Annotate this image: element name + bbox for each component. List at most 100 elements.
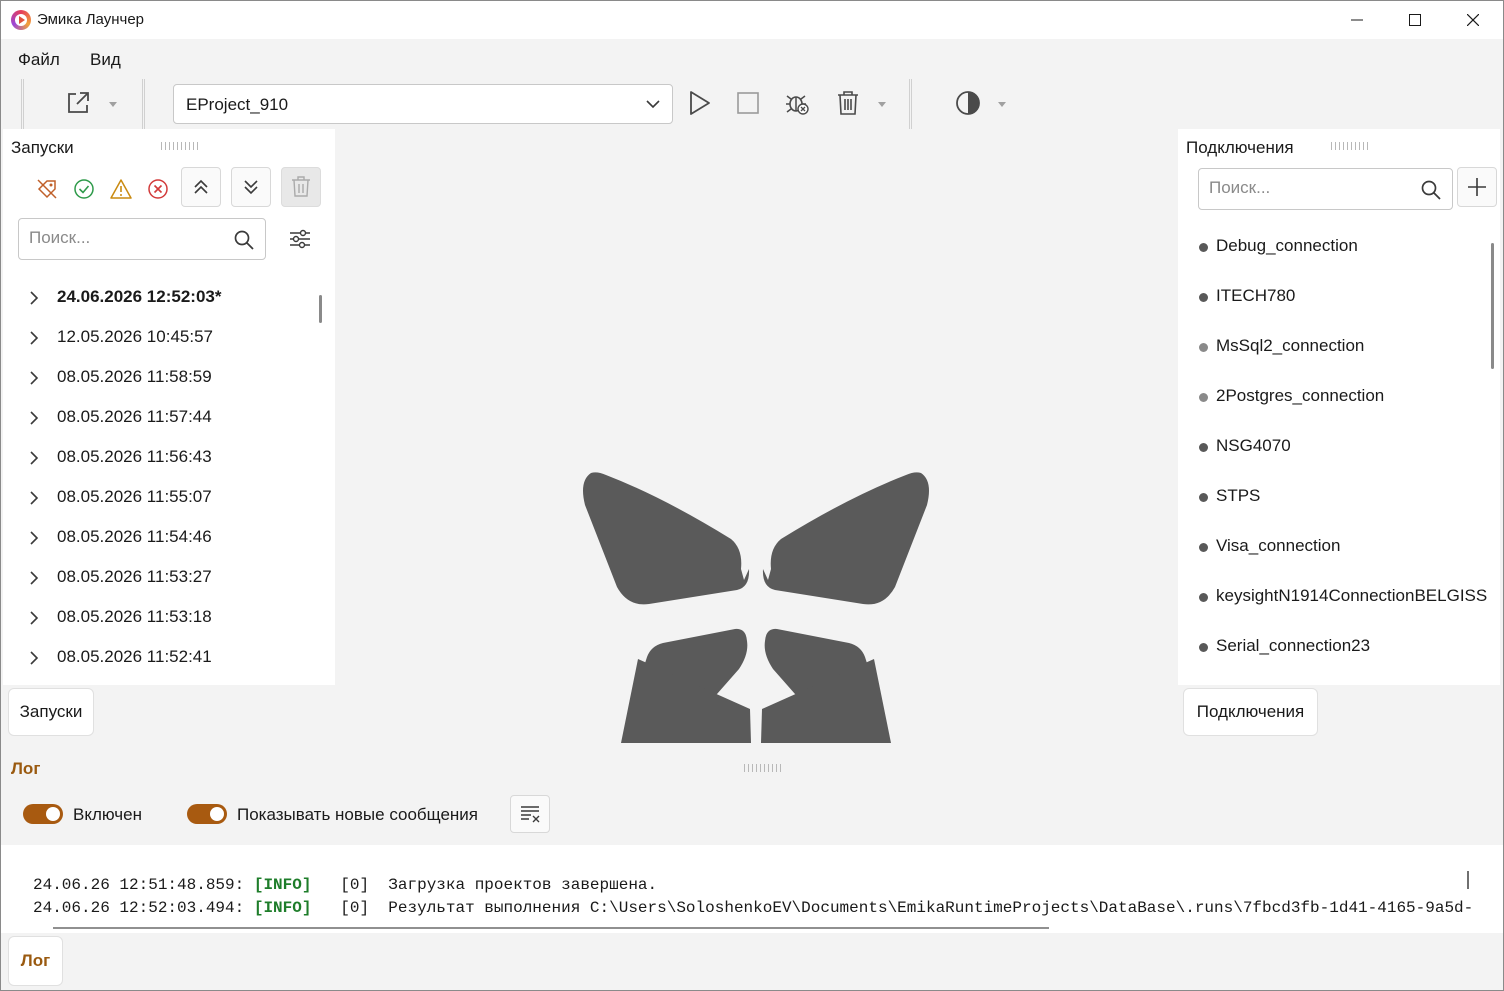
play-icon [690,91,710,115]
chevron-right-icon[interactable] [27,290,41,306]
filter-error-button[interactable] [144,175,172,203]
chevron-right-icon[interactable] [27,570,41,586]
delete-runs-button[interactable] [281,167,321,207]
show-new-messages-toggle[interactable] [187,804,227,824]
connection-list-item[interactable]: ITECH780 [1178,273,1500,323]
stop-button[interactable] [734,89,762,117]
connections-panel: Подключения Debug_connection ITECH780 MsSq… [1178,129,1500,685]
warning-icon [110,179,132,199]
run-date: 08.05.2026 11:53:18 [57,607,212,626]
theme-dropdown-caret[interactable] [998,102,1006,107]
connections-search-input[interactable] [1209,178,1389,198]
connection-name: 2Postgres_connection [1216,386,1385,405]
open-external-button[interactable] [61,87,95,119]
log-horizontal-scrollbar[interactable] [53,927,1049,929]
tab-connections[interactable]: Подключения [1183,688,1318,736]
connections-panel-title: Подключения [1186,138,1294,157]
chevron-right-icon[interactable] [27,410,41,426]
log-vertical-scrollbar[interactable] [1467,871,1469,889]
runs-list-scrollbar[interactable] [319,295,322,323]
expand-all-button[interactable] [231,167,271,207]
run-button[interactable] [685,87,715,119]
filter-warning-button[interactable] [107,175,135,203]
connection-list-item[interactable]: STPS [1178,473,1500,523]
chevron-right-icon[interactable] [27,530,41,546]
connection-status-dot [1199,393,1208,402]
run-list-item[interactable]: 24.06.2026 12:52:03* [3,277,335,317]
chevron-right-icon[interactable] [27,450,41,466]
connections-list: Debug_connection ITECH780 MsSql2_connectio… [1178,223,1500,673]
add-connection-button[interactable] [1457,167,1497,207]
toolbar-separator [142,79,145,129]
debug-button[interactable] [781,87,813,119]
run-list-item[interactable]: 08.05.2026 11:56:43 [3,437,335,477]
panel-drag-grip[interactable] [744,764,784,772]
log-panel: Лог Включен Показывать новые сообщения 2… [1,751,1503,990]
log-panel-title: Лог [11,759,41,778]
clear-text-icon [521,806,540,823]
runs-search-field[interactable] [18,218,266,260]
project-select[interactable]: EProject_910 [173,84,673,124]
run-list-item[interactable]: 08.05.2026 11:58:59 [3,357,335,397]
log-enabled-toggle[interactable] [23,804,63,824]
run-list-item[interactable]: 08.05.2026 11:53:18 [3,597,335,637]
connection-list-item[interactable]: Visa_connection [1178,523,1500,573]
close-button[interactable] [1444,1,1502,39]
filter-no-status-button[interactable] [33,175,61,203]
connection-list-item[interactable]: MsSql2_connection [1178,323,1500,373]
panel-drag-grip[interactable] [1331,142,1371,150]
connection-name: Serial_connection23 [1216,636,1371,655]
run-list-item[interactable]: 08.05.2026 11:54:46 [3,517,335,557]
connections-list-scrollbar[interactable] [1491,243,1494,369]
check-circle-icon [74,179,94,199]
stop-icon [737,92,759,114]
trash-icon [838,91,858,115]
title-bar: Эмика Лаунчер [1,1,1503,39]
connection-status-dot [1199,293,1208,302]
runs-filter-settings-button[interactable] [286,226,314,252]
close-icon [1467,14,1479,26]
maximize-button[interactable] [1386,1,1444,39]
tab-runs[interactable]: Запуски [8,688,94,736]
minimize-icon [1351,19,1363,21]
runs-search-input[interactable] [29,228,209,248]
minimize-button[interactable] [1328,1,1386,39]
delete-dropdown-caret[interactable] [878,102,886,107]
runs-list: 24.06.2026 12:52:03* 12.05.2026 10:45:57 0… [3,277,335,677]
tab-log[interactable]: Лог [8,936,63,986]
connection-list-item[interactable]: NSG4070 [1178,423,1500,473]
run-date: 08.05.2026 11:57:44 [57,407,212,426]
open-external-dropdown-caret[interactable] [109,102,117,107]
clear-log-button[interactable] [510,795,550,833]
run-date: 08.05.2026 11:58:59 [57,367,212,386]
connections-search-field[interactable] [1198,168,1453,210]
run-date: 08.05.2026 11:54:46 [57,527,212,546]
connection-list-item[interactable]: 2Postgres_connection [1178,373,1500,423]
chevron-right-icon[interactable] [27,490,41,506]
run-list-item[interactable]: 08.05.2026 11:53:27 [3,557,335,597]
connection-list-item[interactable]: Debug_connection [1178,223,1500,273]
panel-drag-grip[interactable] [161,142,201,150]
run-date: 12.05.2026 10:45:57 [57,327,213,346]
chevron-right-icon[interactable] [27,330,41,346]
filter-success-button[interactable] [70,175,98,203]
theme-button[interactable] [952,87,984,119]
run-list-item[interactable]: 08.05.2026 11:52:41 [3,637,335,677]
connection-list-item[interactable]: keysightN1914ConnectionBELGISS [1178,573,1500,623]
chevron-right-icon[interactable] [27,610,41,626]
menu-file[interactable]: Файл [18,50,60,70]
connection-status-dot [1199,443,1208,452]
bug-icon [786,95,809,115]
run-list-item[interactable]: 08.05.2026 11:55:07 [3,477,335,517]
chevron-right-icon[interactable] [27,650,41,666]
run-list-item[interactable]: 08.05.2026 11:57:44 [3,397,335,437]
connection-list-item[interactable]: Serial_connection23 [1178,623,1500,673]
menu-view[interactable]: Вид [90,50,121,70]
run-list-item[interactable]: 12.05.2026 10:45:57 [3,317,335,357]
chevrons-up-icon [194,179,208,194]
delete-button[interactable] [833,87,863,119]
log-output[interactable]: 24.06.26 12:51:48.859: [INFO] [0] Загруз… [1,845,1503,933]
collapse-all-button[interactable] [181,167,221,207]
chevron-right-icon[interactable] [27,370,41,386]
window-title: Эмика Лаунчер [37,11,145,28]
